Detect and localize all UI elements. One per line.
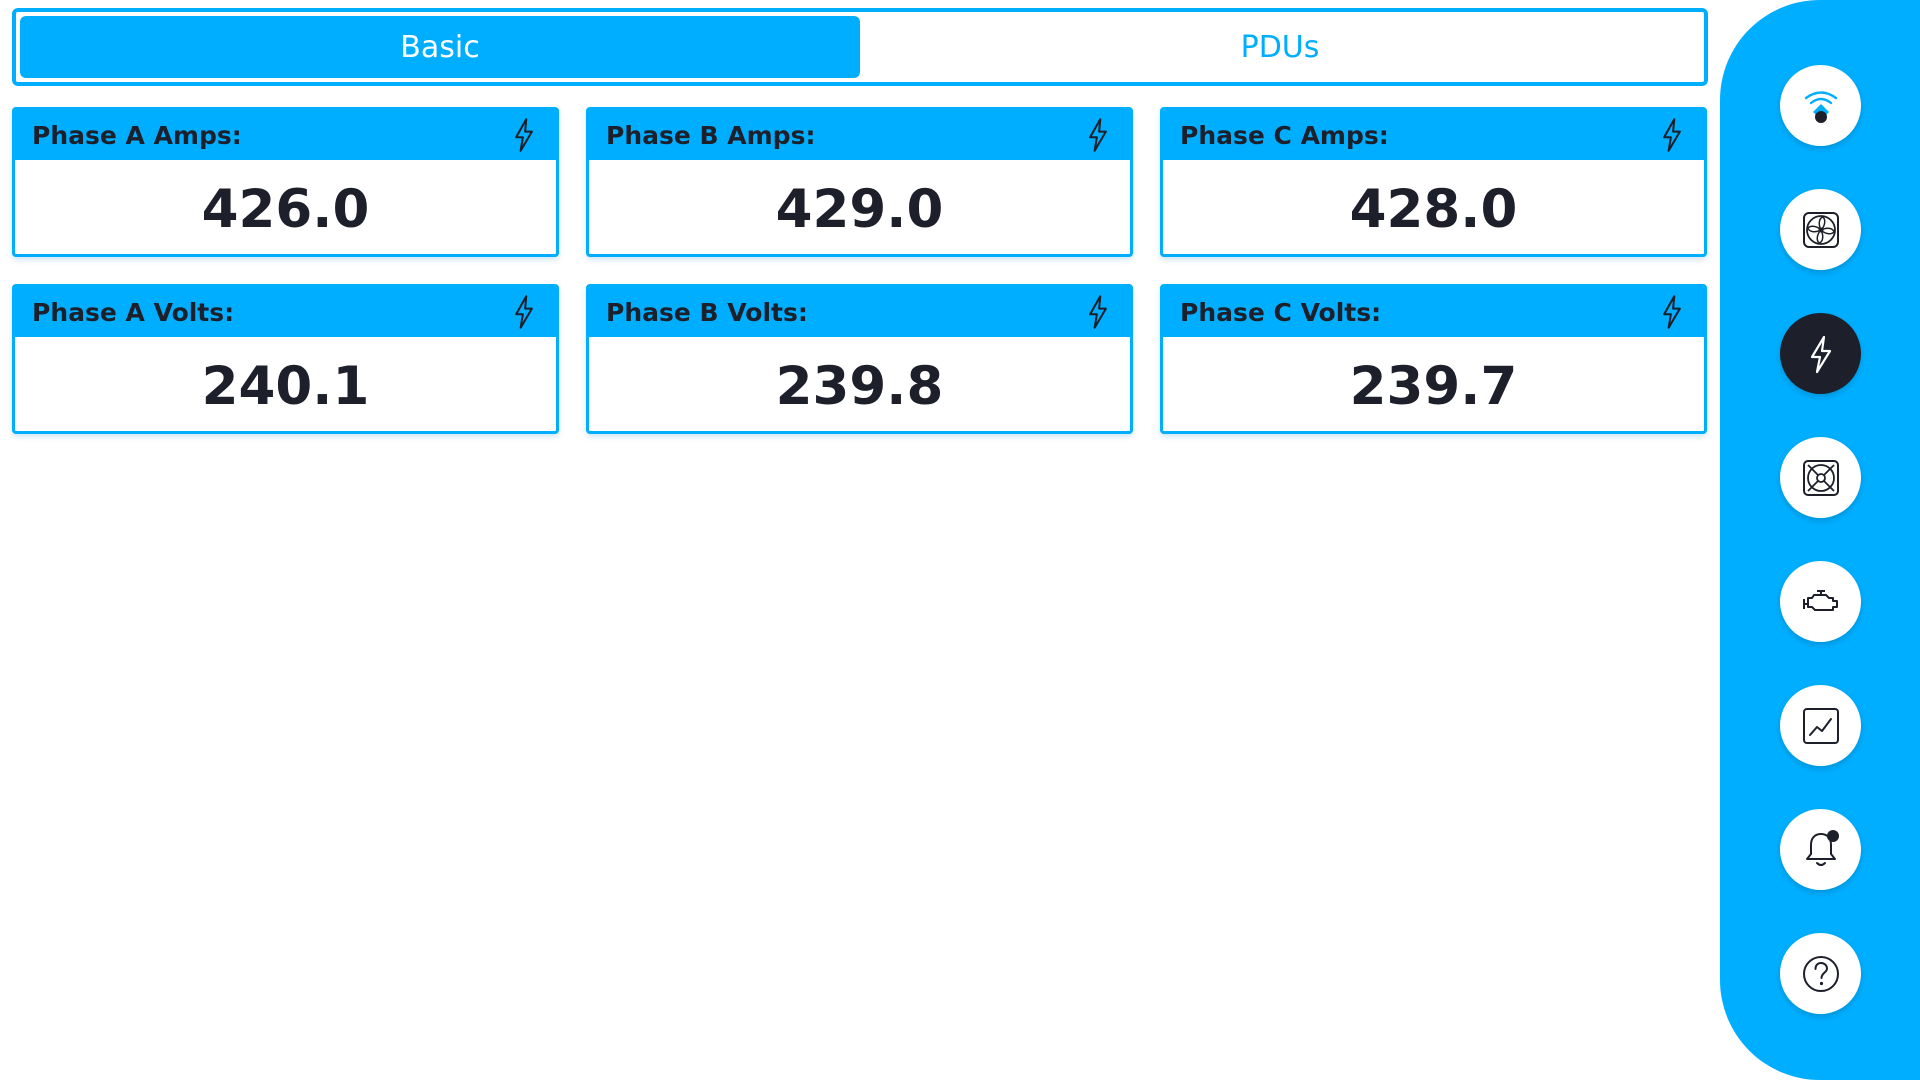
lightning-icon: [515, 118, 533, 152]
nav-power-button[interactable]: [1780, 313, 1861, 394]
card-header: Phase B Volts:: [589, 287, 1130, 337]
nav-connection-button[interactable]: [1780, 65, 1861, 146]
card-value: 239.8: [775, 355, 944, 417]
card-header: Phase A Amps:: [15, 110, 556, 160]
card-title: Phase A Amps:: [32, 120, 242, 150]
card-value: 239.7: [1349, 355, 1518, 417]
phase-b-volts-card: Phase B Volts: 239.8: [586, 284, 1133, 434]
nav-notifications-button[interactable]: [1780, 809, 1861, 890]
lightning-icon: [1089, 118, 1107, 152]
nav-fan-button[interactable]: [1780, 189, 1861, 270]
nav-help-button[interactable]: [1780, 933, 1861, 1014]
card-title: Phase B Volts:: [606, 297, 808, 327]
nav-chart-button[interactable]: [1780, 685, 1861, 766]
card-value: 428.0: [1349, 178, 1518, 240]
card-header: Phase C Volts:: [1163, 287, 1704, 337]
card-header: Phase C Amps:: [1163, 110, 1704, 160]
fan-icon: [1802, 211, 1839, 248]
phase-c-volts-card: Phase C Volts: 239.7: [1160, 284, 1707, 434]
lightning-icon: [1663, 118, 1681, 152]
card-header: Phase B Amps:: [589, 110, 1130, 160]
notification-bell-icon: [1805, 829, 1839, 866]
card-title: Phase A Volts:: [32, 297, 235, 327]
nav-engine-button[interactable]: [1780, 561, 1861, 642]
lightning-icon: [1089, 295, 1107, 329]
phase-c-amps-card: Phase C Amps: 428.0: [1160, 107, 1707, 257]
lightning-icon: [1663, 295, 1681, 329]
tab-basic[interactable]: Basic: [20, 16, 860, 78]
engine-icon: [1802, 589, 1838, 611]
phase-a-amps-card: Phase A Amps: 426.0: [12, 107, 559, 257]
card-title: Phase B Amps:: [606, 120, 816, 150]
exhaust-fan-icon: [1802, 459, 1839, 496]
phase-b-amps-card: Phase B Amps: 429.0: [586, 107, 1133, 257]
sidebar-nav: [1720, 0, 1920, 1080]
card-header: Phase A Volts:: [15, 287, 556, 337]
lightning-icon: [515, 295, 533, 329]
card-value: 240.1: [201, 355, 370, 417]
tab-pdus[interactable]: PDUs: [860, 16, 1700, 78]
readings-grid: Phase A Amps: 426.0 Phase B Amps: 429.0 …: [12, 107, 1708, 434]
connection-status-icon: [1804, 90, 1837, 123]
card-title: Phase C Volts:: [1180, 297, 1382, 327]
card-value: 429.0: [775, 178, 944, 240]
lightning-icon: [1810, 335, 1831, 373]
tab-bar: Basic PDUs: [12, 8, 1708, 86]
phase-a-volts-card: Phase A Volts: 240.1: [12, 284, 559, 434]
card-title: Phase C Amps:: [1180, 120, 1389, 150]
chart-icon: [1802, 707, 1839, 744]
help-icon: [1802, 955, 1839, 992]
card-value: 426.0: [201, 178, 370, 240]
nav-exhaust-fan-button[interactable]: [1780, 437, 1861, 518]
app: Basic PDUs Phase A Amps: 426.0 Phase B A…: [0, 0, 1920, 1080]
